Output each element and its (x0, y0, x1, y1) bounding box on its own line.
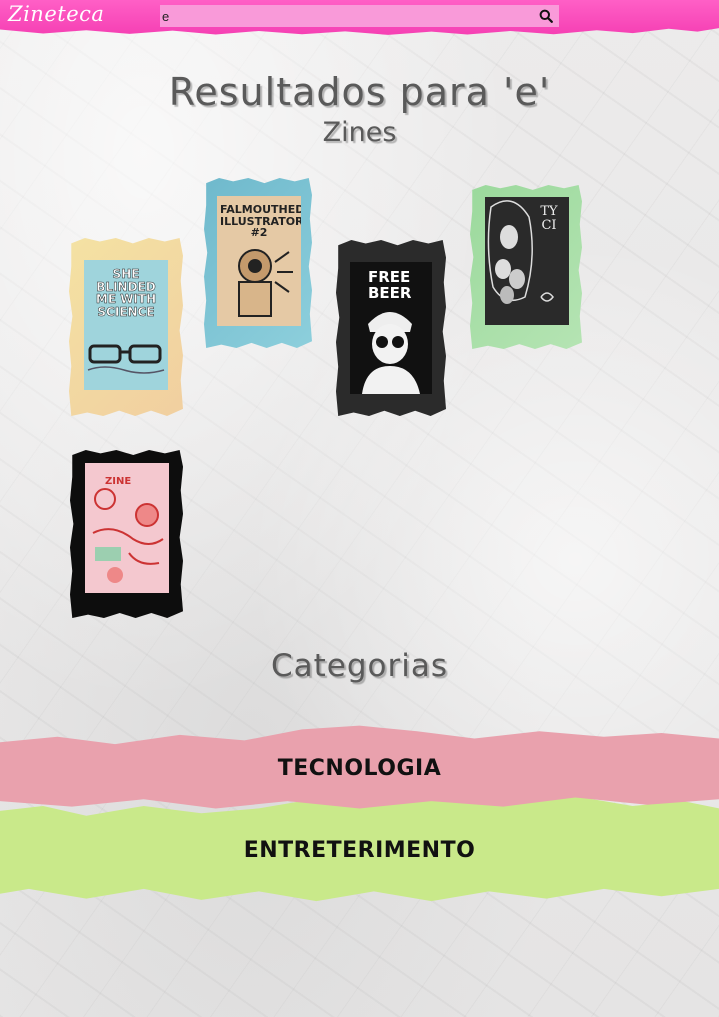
search-icon (539, 9, 553, 23)
search-button[interactable] (533, 5, 559, 27)
zine-cover-title: FALMOUTHED ILLUSTRATORS #2 (220, 203, 301, 240)
women-illustration (487, 200, 554, 304)
zine-card[interactable]: FREE BEER (336, 240, 446, 416)
section-title-zines: Zines (322, 117, 397, 148)
search-input[interactable] (160, 6, 533, 26)
zine-cover: ZINE (85, 463, 169, 593)
diver-illustration (238, 249, 293, 317)
zine-card[interactable]: TY CI (470, 185, 582, 349)
category-tecnologia[interactable]: TECNOLOGIA (0, 725, 719, 809)
zine-cover: SHE BLINDED ME WITH SCIENCE (84, 260, 168, 390)
zine-card[interactable]: FALMOUTHED ILLUSTRATORS #2 (204, 178, 312, 348)
section-title-categories: Categorias (270, 648, 449, 684)
zine-cover: TY CI (485, 197, 569, 325)
figures-illustration (92, 488, 164, 583)
zine-card[interactable]: SHE BLINDED ME WITH SCIENCE (69, 238, 183, 416)
search-bar (160, 5, 559, 27)
portrait-illustration (362, 312, 420, 394)
zine-card[interactable]: ZINE (70, 450, 183, 618)
glasses-illustration (87, 344, 165, 374)
zine-cover-title: FREE BEER (368, 268, 412, 302)
zine-cover: FALMOUTHED ILLUSTRATORS #2 (217, 196, 301, 326)
page-title: Resultados para 'e' (168, 70, 551, 114)
zine-cover: FREE BEER (350, 262, 432, 394)
logo[interactable]: Zineteca (8, 2, 104, 26)
zine-cover-title: SHE BLINDED ME WITH SCIENCE (95, 267, 157, 319)
category-label: ENTRETERIMENTO (243, 837, 476, 863)
category-label: TECNOLOGIA (277, 755, 442, 781)
